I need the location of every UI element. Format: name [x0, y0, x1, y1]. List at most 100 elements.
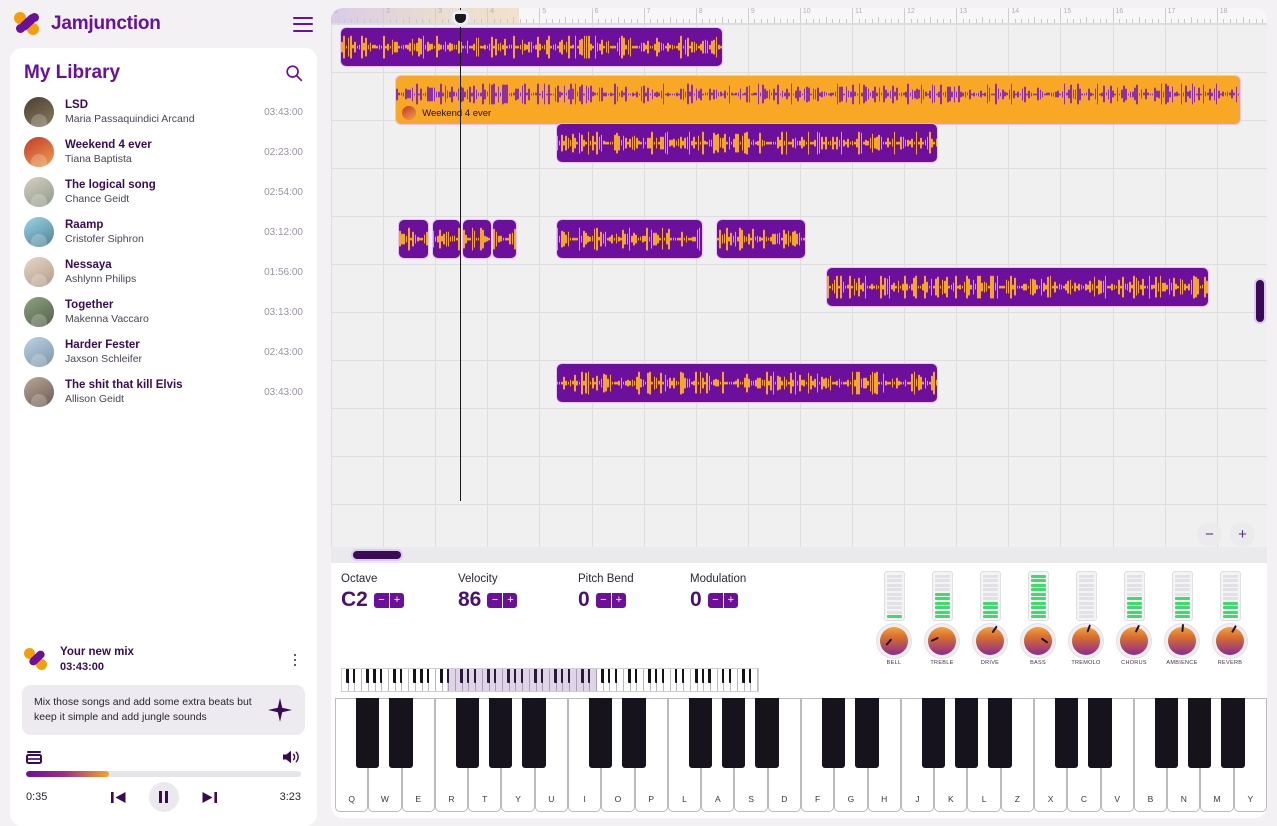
timeline-clip[interactable]: [827, 268, 1208, 306]
mini-white-key[interactable]: [449, 669, 456, 691]
grid-line: [331, 24, 332, 563]
piano-black-key[interactable]: [1055, 698, 1078, 768]
effect-knob[interactable]: [1168, 627, 1196, 655]
effect-knob[interactable]: [1024, 627, 1052, 655]
hamburger-icon[interactable]: [293, 17, 313, 32]
playhead[interactable]: [460, 8, 461, 501]
ruler-tick: [1243, 17, 1244, 23]
mini-white-key[interactable]: [355, 669, 362, 691]
piano-black-key[interactable]: [855, 698, 878, 768]
increment-button[interactable]: +: [611, 593, 626, 608]
mini-white-key[interactable]: [751, 669, 758, 691]
list-item[interactable]: RaampCristofer Siphron03:12:00: [10, 212, 317, 252]
effect-knob[interactable]: [928, 627, 956, 655]
increment-button[interactable]: +: [723, 593, 738, 608]
mini-white-key[interactable]: [664, 669, 671, 691]
effect-knob[interactable]: [976, 627, 1004, 655]
mini-white-key[interactable]: [476, 669, 483, 691]
list-item[interactable]: Weekend 4 everTiana Baptista02:23:00: [10, 132, 317, 172]
timeline-vertical-scrollbar[interactable]: [1256, 280, 1264, 322]
mini-white-key[interactable]: [402, 669, 409, 691]
piano-black-key[interactable]: [955, 698, 978, 768]
timeline-clip[interactable]: [717, 220, 805, 258]
ruler-tick: [572, 19, 573, 23]
list-item[interactable]: Harder FesterJaxson Schleifer02:43:00: [10, 332, 317, 372]
timeline-clip[interactable]: [463, 220, 491, 258]
piano-black-key[interactable]: [522, 698, 545, 768]
mini-white-key[interactable]: [429, 669, 436, 691]
ai-prompt-box[interactable]: Mix those songs and add some extra beats…: [22, 685, 305, 735]
timeline-clip[interactable]: [399, 220, 428, 258]
piano-key-label: L: [968, 794, 999, 804]
effect-knob[interactable]: [880, 627, 908, 655]
piano-black-key[interactable]: [922, 698, 945, 768]
piano-black-key[interactable]: [822, 698, 845, 768]
piano-black-key[interactable]: [1188, 698, 1211, 768]
piano-black-key[interactable]: [1088, 698, 1111, 768]
skip-previous-icon[interactable]: [110, 790, 127, 805]
progress-bar[interactable]: [26, 771, 301, 777]
piano-black-key[interactable]: [489, 698, 512, 768]
effect-knob[interactable]: [1120, 627, 1148, 655]
skip-next-icon[interactable]: [201, 790, 218, 805]
search-icon[interactable]: [285, 64, 303, 82]
list-item[interactable]: The shit that kill ElvisAllison Geidt03:…: [10, 372, 317, 412]
now-playing-row[interactable]: Your new mix 03:43:00: [10, 637, 317, 685]
timeline-horizontal-scrollbar[interactable]: [353, 551, 401, 559]
pause-icon[interactable]: [149, 782, 179, 812]
piano-black-key[interactable]: [1221, 698, 1244, 768]
piano-black-key[interactable]: [755, 698, 778, 768]
decrement-button[interactable]: −: [374, 593, 389, 608]
list-item[interactable]: NessayaAshlynn Philips01:56:00: [10, 252, 317, 292]
increment-button[interactable]: +: [502, 593, 517, 608]
mini-white-key[interactable]: [496, 669, 503, 691]
zoom-out-button[interactable]: −: [1197, 522, 1222, 547]
piano-black-key[interactable]: [689, 698, 712, 768]
timeline-clip[interactable]: Weekend 4 ever: [396, 76, 1240, 124]
piano-keyboard[interactable]: QWERTYUIOPLASDFGHJKLZXCVBNMY: [335, 698, 1263, 812]
piano-black-key[interactable]: [589, 698, 612, 768]
piano-black-key[interactable]: [356, 698, 379, 768]
piano-key-label: S: [735, 794, 766, 804]
mini-white-key[interactable]: [382, 669, 389, 691]
mini-white-key[interactable]: [543, 669, 550, 691]
queue-icon[interactable]: [26, 750, 43, 765]
timeline[interactable]: 123456789101112131415161718 Weekend 4 ev…: [331, 8, 1267, 563]
decrement-button[interactable]: −: [596, 593, 611, 608]
mini-white-key[interactable]: [570, 669, 577, 691]
sparkle-icon[interactable]: [267, 697, 293, 723]
mini-white-key[interactable]: [637, 669, 644, 691]
decrement-button[interactable]: −: [708, 593, 723, 608]
list-item[interactable]: LSDMaria Passaquindici Arcand03:43:00: [10, 92, 317, 132]
decrement-button[interactable]: −: [487, 593, 502, 608]
piano-black-key[interactable]: [622, 698, 645, 768]
timeline-clip[interactable]: [557, 364, 938, 402]
piano-black-key[interactable]: [722, 698, 745, 768]
piano-black-key[interactable]: [389, 698, 412, 768]
timeline-ruler[interactable]: 123456789101112131415161718: [331, 8, 1267, 24]
timeline-clip[interactable]: [433, 220, 461, 258]
piano-black-key[interactable]: [988, 698, 1011, 768]
mini-white-key[interactable]: [684, 669, 691, 691]
mini-white-key[interactable]: [731, 669, 738, 691]
piano-black-key[interactable]: [456, 698, 479, 768]
kebab-menu-icon[interactable]: [287, 652, 303, 668]
volume-icon[interactable]: [281, 749, 301, 765]
mini-white-key[interactable]: [590, 669, 597, 691]
mini-white-key[interactable]: [617, 669, 624, 691]
effect-knob[interactable]: [1072, 627, 1100, 655]
piano-black-key[interactable]: [1155, 698, 1178, 768]
mini-white-key[interactable]: [711, 669, 718, 691]
timeline-clip[interactable]: [341, 28, 722, 66]
piano-key-label: Q: [336, 794, 367, 804]
mini-keyboard-overview[interactable]: [341, 668, 759, 692]
timeline-clip[interactable]: [557, 220, 702, 258]
effect-knob[interactable]: [1216, 627, 1244, 655]
list-item[interactable]: The logical songChance Geidt02:54:00: [10, 172, 317, 212]
zoom-in-button[interactable]: +: [1230, 522, 1255, 547]
list-item[interactable]: TogetherMakenna Vaccaro03:13:00: [10, 292, 317, 332]
mini-white-key[interactable]: [523, 669, 530, 691]
timeline-clip[interactable]: [493, 220, 516, 258]
timeline-clip[interactable]: [557, 124, 938, 162]
increment-button[interactable]: +: [389, 593, 404, 608]
